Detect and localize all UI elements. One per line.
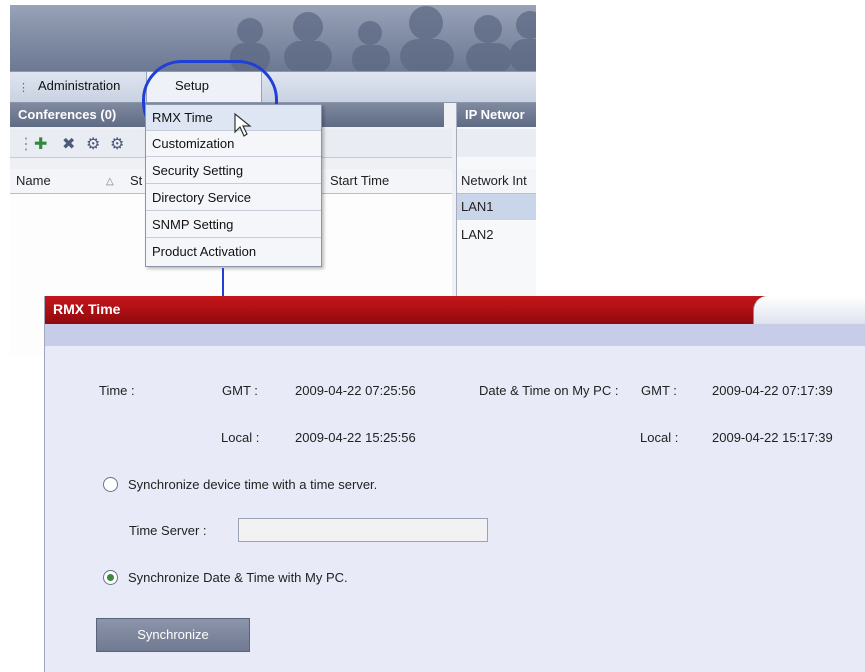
ip-column-header: Network Int bbox=[457, 169, 536, 194]
pc-local-label: Local : bbox=[640, 430, 679, 445]
ip-network-panel-title: IP Networ bbox=[465, 107, 525, 122]
radio-selected-dot bbox=[107, 574, 114, 581]
people-silhouettes-graphic bbox=[230, 6, 536, 71]
sync-my-pc-label: Synchronize Date & Time with My PC. bbox=[128, 570, 348, 585]
time-server-label: Time Server : bbox=[129, 523, 207, 538]
delete-icon[interactable]: ✖ bbox=[62, 134, 75, 154]
pc-gmt-label: GMT : bbox=[641, 383, 677, 398]
menu-item-product-activation[interactable]: Product Activation bbox=[146, 239, 321, 265]
device-gmt-label: GMT : bbox=[222, 383, 258, 398]
sync-time-server-label: Synchronize device time with a time serv… bbox=[128, 477, 378, 492]
dialog-title-bar: RMX Time bbox=[45, 296, 865, 324]
ip-network-panel-header: IP Networ bbox=[457, 103, 536, 127]
dialog-title-tab bbox=[753, 296, 865, 324]
conference-settings-icon[interactable]: ⚙ bbox=[86, 134, 100, 154]
device-gmt-value: 2009-04-22 07:25:56 bbox=[295, 383, 416, 398]
time-server-input[interactable] bbox=[238, 518, 488, 542]
menu-administration[interactable]: Administration bbox=[38, 78, 120, 93]
device-local-label: Local : bbox=[221, 430, 260, 445]
col-name[interactable]: Name bbox=[16, 173, 51, 188]
sync-time-server-radio[interactable] bbox=[103, 477, 118, 492]
synchronize-button[interactable]: Synchronize bbox=[96, 618, 250, 652]
toolbar-grip-icon: ⋮ bbox=[18, 136, 34, 153]
pc-time-label: Date & Time on My PC : bbox=[479, 383, 619, 398]
pc-gmt-value: 2009-04-22 07:17:39 bbox=[712, 383, 833, 398]
col-network-interface[interactable]: Network Int bbox=[461, 173, 527, 188]
rmx-time-dialog: RMX Time Time : GMT : 2009-04-22 07:25:5… bbox=[44, 296, 865, 672]
ip-toolbar bbox=[457, 129, 536, 157]
menu-item-snmp-setting[interactable]: SNMP Setting bbox=[146, 212, 321, 238]
menu-item-directory-service[interactable]: Directory Service bbox=[146, 185, 321, 211]
col-start-time[interactable]: Start Time bbox=[330, 173, 389, 188]
ip-list-item[interactable]: LAN2 bbox=[461, 227, 494, 242]
banner-image bbox=[10, 5, 536, 71]
sort-up-icon: △ bbox=[106, 176, 114, 187]
add-conference-icon[interactable]: ✚ bbox=[34, 134, 47, 154]
device-local-value: 2009-04-22 15:25:56 bbox=[295, 430, 416, 445]
conferences-panel-title: Conferences (0) bbox=[18, 107, 117, 122]
more-icon[interactable]: ⚙ bbox=[110, 134, 124, 154]
sync-my-pc-radio[interactable] bbox=[103, 570, 118, 585]
dialog-header-strip bbox=[45, 324, 865, 346]
menu-item-security-setting[interactable]: Security Setting bbox=[146, 158, 321, 184]
time-label: Time : bbox=[99, 383, 135, 398]
col-status[interactable]: St bbox=[130, 173, 142, 188]
pc-local-value: 2009-04-22 15:17:39 bbox=[712, 430, 833, 445]
menubar-grip-icon: ⋮ bbox=[18, 82, 29, 94]
dialog-title: RMX Time bbox=[53, 301, 121, 317]
ip-list-item[interactable]: LAN1 bbox=[457, 194, 536, 220]
mouse-cursor-icon bbox=[234, 112, 252, 137]
